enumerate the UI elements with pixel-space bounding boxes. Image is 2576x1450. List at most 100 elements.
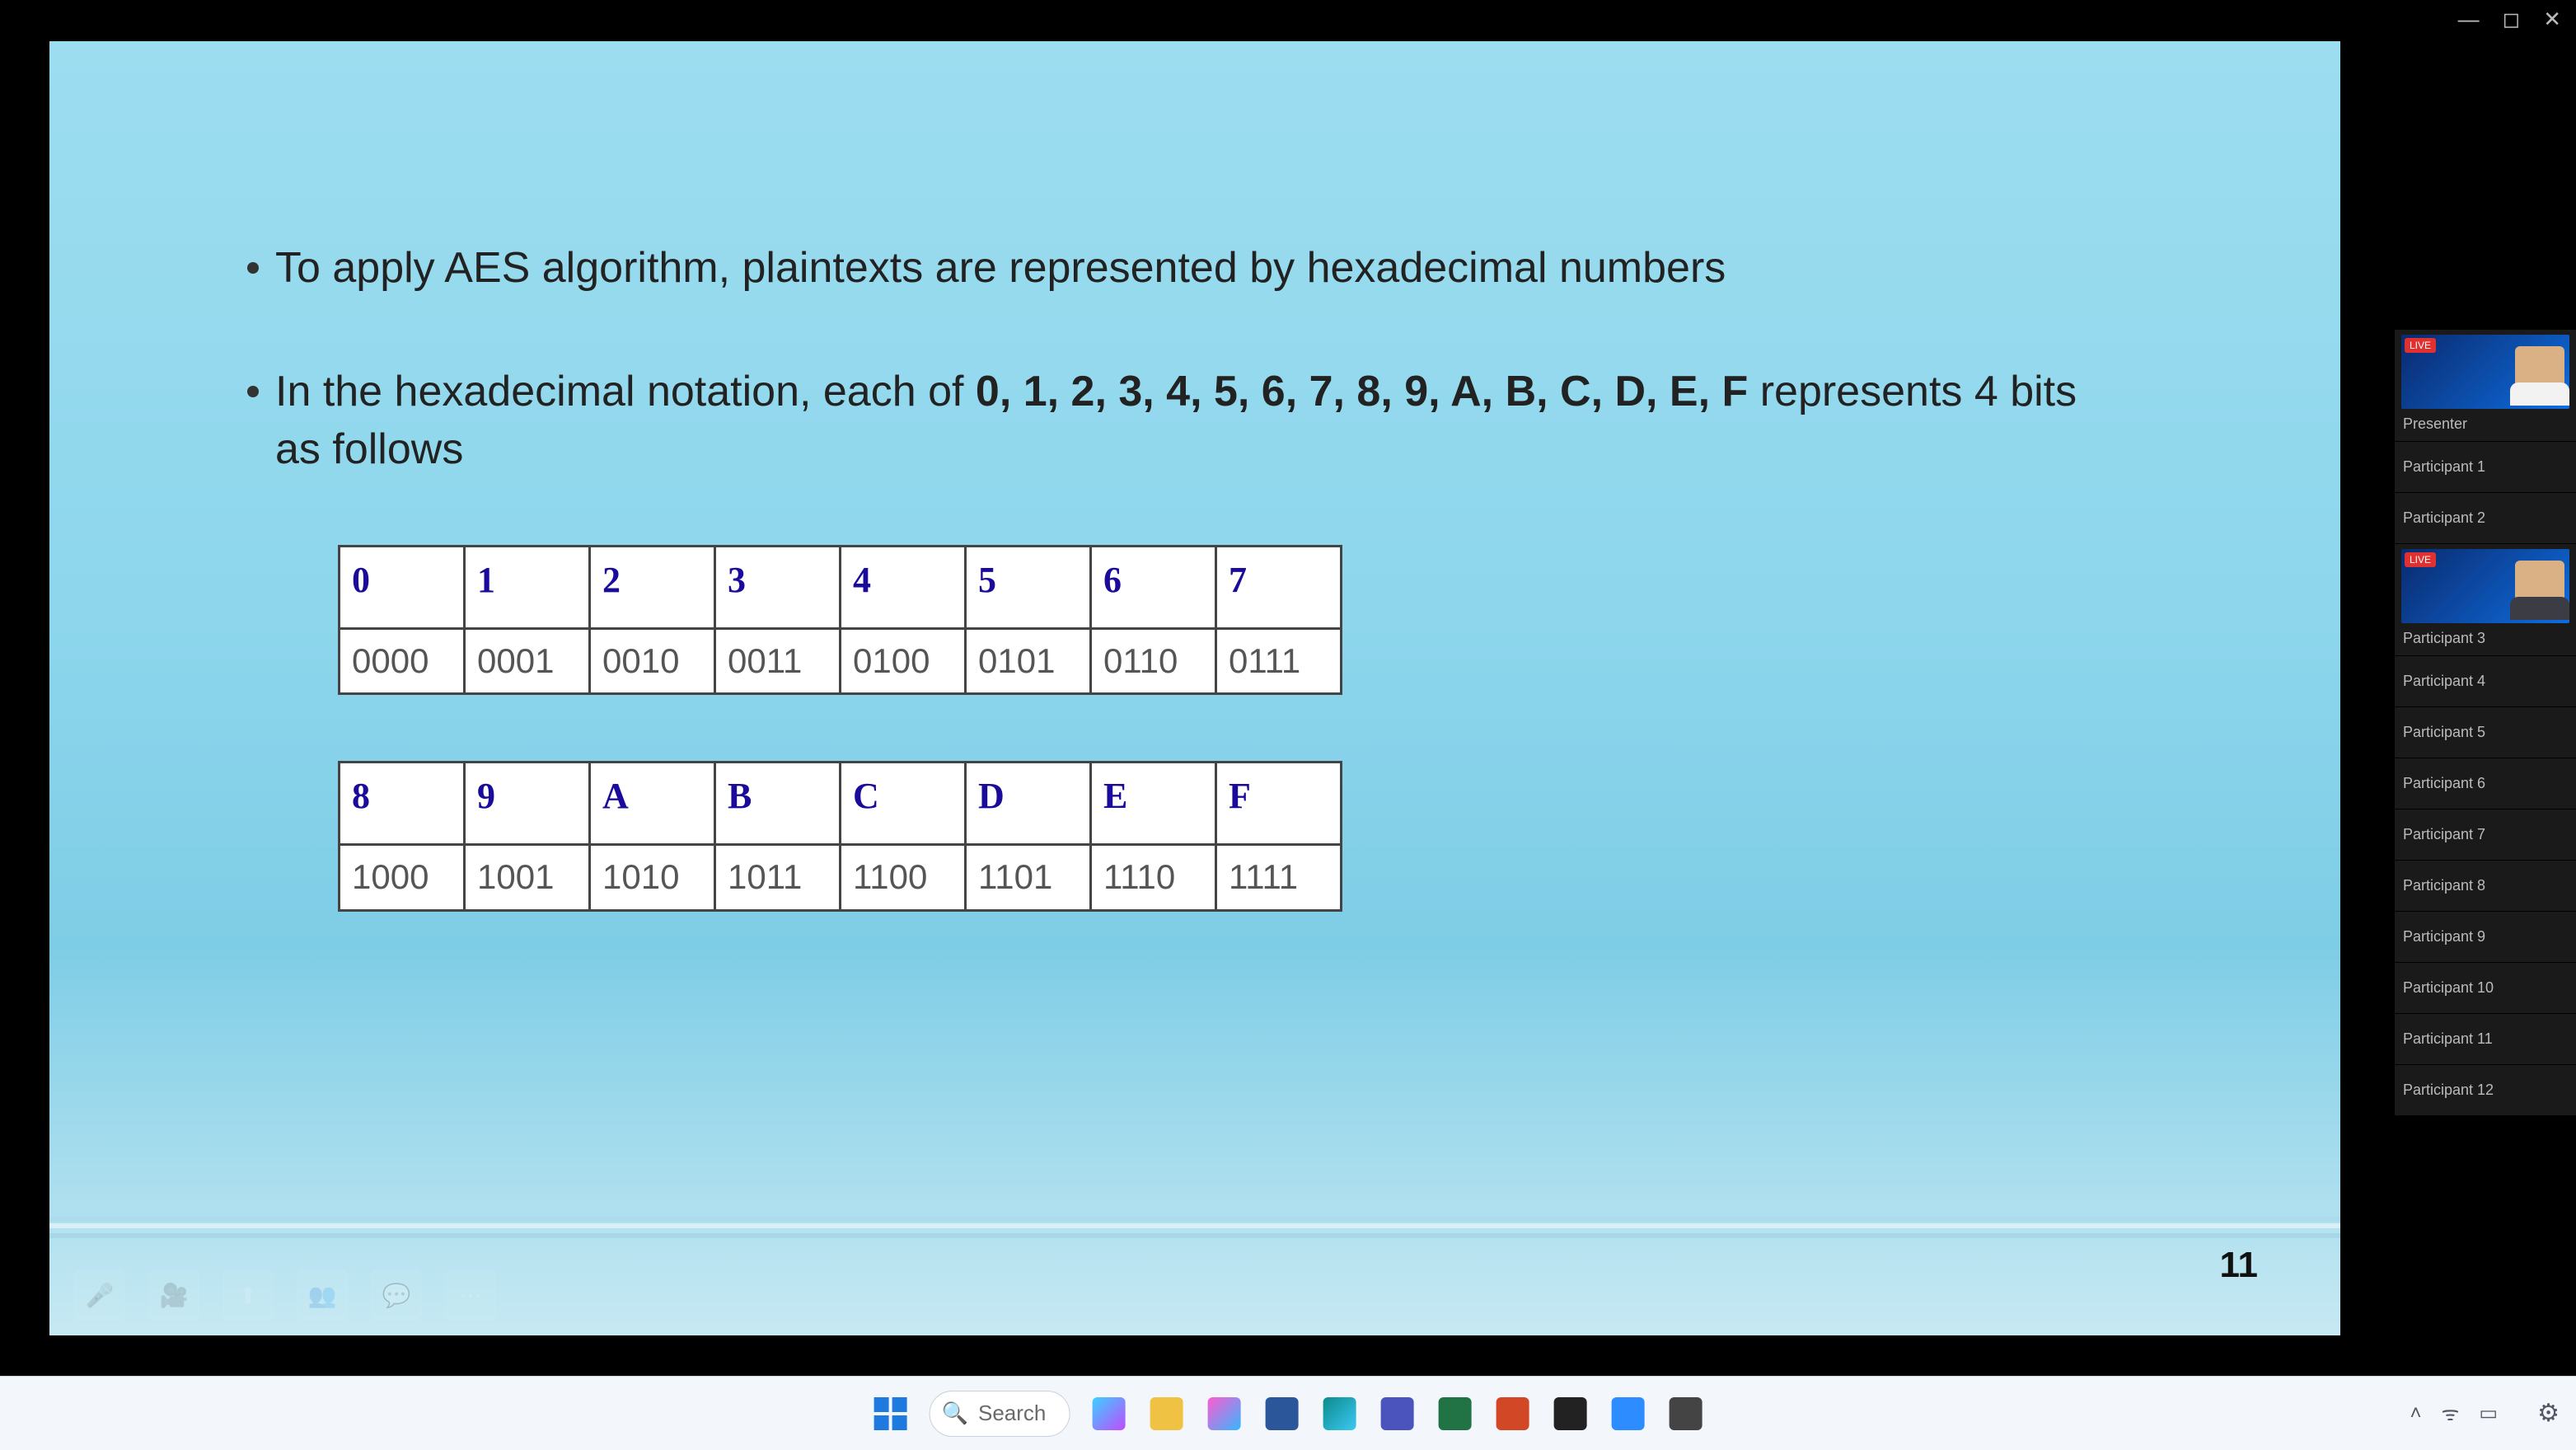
slide-horizon-decoration [49, 1223, 2340, 1228]
hex-header-cell: C [841, 763, 966, 845]
taskbar-center: 🔍 Search [869, 1391, 1708, 1437]
participant-name: Participant 8 [2401, 874, 2569, 898]
app-dark-icon[interactable] [1548, 1391, 1592, 1436]
maximize-button[interactable]: ◻ [2503, 7, 2521, 32]
hex-value-cell: 1010 [590, 845, 715, 911]
table-row: 1000 1001 1010 1011 1100 1101 1110 1111 [340, 845, 1342, 911]
excel-icon[interactable] [1432, 1391, 1477, 1436]
meeting-controls: 🎤 🎥 ⬆ 👥 💬 ⋯ [74, 1269, 496, 1321]
participant-name: Participant 6 [2401, 772, 2569, 795]
hex-header-cell: 9 [465, 763, 590, 845]
slide-bullet-1-text: To apply AES algorithm, plaintexts are r… [275, 239, 1726, 297]
hex-header-cell: B [715, 763, 841, 845]
hex-value-cell: 1001 [465, 845, 590, 911]
avatar [2515, 561, 2564, 620]
hex-header-cell: F [1216, 763, 1342, 845]
mute-button[interactable]: 🎤 [74, 1269, 125, 1321]
word-icon[interactable] [1259, 1391, 1304, 1436]
participant-tile[interactable]: Participant 10 [2395, 963, 2576, 1014]
desktop: — ◻ ✕ To apply AES algorithm, plaintexts… [0, 0, 2576, 1450]
search-icon: 🔍 [942, 1401, 968, 1426]
bullet-dot-icon [247, 262, 259, 274]
windows-logo-icon [874, 1397, 907, 1430]
settings-app-icon[interactable] [1663, 1391, 1707, 1436]
hex-header-cell: 4 [841, 546, 966, 628]
file-explorer-icon[interactable] [1144, 1391, 1188, 1436]
participant-tile[interactable]: Participant 11 [2395, 1014, 2576, 1065]
hex-table-1: 0 1 2 3 4 5 6 7 0000 0001 0010 0011 [338, 545, 1342, 696]
participant-tile[interactable]: Participant 12 [2395, 1065, 2576, 1116]
participant-video: LIVE [2401, 335, 2569, 409]
taskbar-search[interactable]: 🔍 Search [930, 1391, 1070, 1437]
hex-header-cell: 6 [1091, 546, 1216, 628]
minimize-button[interactable]: — [2458, 7, 2480, 32]
tray-chevron-icon[interactable]: ˄ [2410, 1402, 2421, 1425]
slide-content: To apply AES algorithm, plaintexts are r… [247, 239, 2126, 978]
teams-icon[interactable] [1375, 1391, 1419, 1436]
edge-icon[interactable] [1317, 1391, 1361, 1436]
participant-tile[interactable]: Participant 1 [2395, 442, 2576, 493]
participant-name: Participant 5 [2401, 720, 2569, 744]
table-row: 8 9 A B C D E F [340, 763, 1342, 845]
taskbar-search-placeholder: Search [978, 1401, 1046, 1426]
powerpoint-icon-glyph [1496, 1397, 1529, 1430]
video-button[interactable]: 🎥 [148, 1269, 199, 1321]
participant-name: Participant 11 [2401, 1027, 2569, 1051]
slide-bullet-2: In the hexadecimal notation, each of 0, … [247, 363, 2126, 478]
start-button[interactable] [869, 1391, 913, 1436]
hex-value-cell: 0001 [465, 628, 590, 694]
shared-slide: To apply AES algorithm, plaintexts are r… [49, 41, 2340, 1335]
edge-icon-glyph [1323, 1397, 1356, 1430]
settings-app-icon-glyph [1669, 1397, 1702, 1430]
more-button[interactable]: ⋯ [445, 1269, 496, 1321]
copilot-icon-glyph [1092, 1397, 1125, 1430]
participant-tile[interactable]: LIVEParticipant 3 [2395, 544, 2576, 656]
chat-button[interactable]: 💬 [371, 1269, 422, 1321]
participant-tile[interactable]: Participant 4 [2395, 656, 2576, 707]
participant-name: Presenter [2401, 412, 2569, 436]
hex-header-cell: D [966, 763, 1091, 845]
close-button[interactable]: ✕ [2543, 7, 2561, 32]
hex-header-cell: 8 [340, 763, 465, 845]
share-button[interactable]: ⬆ [222, 1269, 274, 1321]
participant-tile[interactable]: LIVE Presenter [2395, 330, 2576, 442]
participant-tile[interactable]: Participant 6 [2395, 758, 2576, 809]
slide-bullet-1: To apply AES algorithm, plaintexts are r… [247, 239, 2126, 297]
slide-bullet-2-text: In the hexadecimal notation, each of 0, … [275, 363, 2126, 478]
hex-header-cell: 7 [1216, 546, 1342, 628]
hex-value-cell: 0100 [841, 628, 966, 694]
tray-settings-icon[interactable]: ⚙ [2537, 1399, 2560, 1428]
participants-button[interactable]: 👥 [297, 1269, 348, 1321]
table-row: 0 1 2 3 4 5 6 7 [340, 546, 1342, 628]
hex-value-cell: 0011 [715, 628, 841, 694]
hex-value-cell: 1011 [715, 845, 841, 911]
hex-tables: 0 1 2 3 4 5 6 7 0000 0001 0010 0011 [338, 545, 2126, 912]
hex-value-cell: 0111 [1216, 628, 1342, 694]
widgets-icon-glyph [1207, 1397, 1240, 1430]
participant-tile[interactable]: Participant 8 [2395, 861, 2576, 912]
participant-name: Participant 12 [2401, 1078, 2569, 1102]
hex-header-cell: E [1091, 763, 1216, 845]
bullet-dot-icon [247, 386, 259, 397]
participant-video: LIVE [2401, 549, 2569, 623]
tray-battery-icon[interactable]: ▭ [2479, 1401, 2498, 1425]
participant-name: Participant 7 [2401, 823, 2569, 847]
zoom-icon[interactable] [1605, 1391, 1650, 1436]
slide-page-number: 11 [2219, 1245, 2258, 1286]
hex-value-cell: 1111 [1216, 845, 1342, 911]
taskbar: 🔍 Search ˄ ᯤ ▭ ⚙ [0, 1376, 2576, 1450]
participant-tile[interactable]: Participant 2 [2395, 493, 2576, 544]
tray-wifi-icon[interactable]: ᯤ [2441, 1400, 2459, 1427]
participant-tile[interactable]: Participant 5 [2395, 707, 2576, 758]
hex-value-cell: 0110 [1091, 628, 1216, 694]
participants-panel[interactable]: LIVE Presenter Participant 1 Participant 2 L… [2395, 330, 2576, 1116]
participant-name: Participant 2 [2401, 506, 2569, 530]
teams-icon-glyph [1380, 1397, 1413, 1430]
widgets-icon[interactable] [1201, 1391, 1246, 1436]
participant-tile[interactable]: Participant 7 [2395, 809, 2576, 861]
hex-value-cell: 0000 [340, 628, 465, 694]
copilot-icon[interactable] [1086, 1391, 1131, 1436]
excel-icon-glyph [1438, 1397, 1471, 1430]
participant-tile[interactable]: Participant 9 [2395, 912, 2576, 963]
powerpoint-icon[interactable] [1490, 1391, 1534, 1436]
